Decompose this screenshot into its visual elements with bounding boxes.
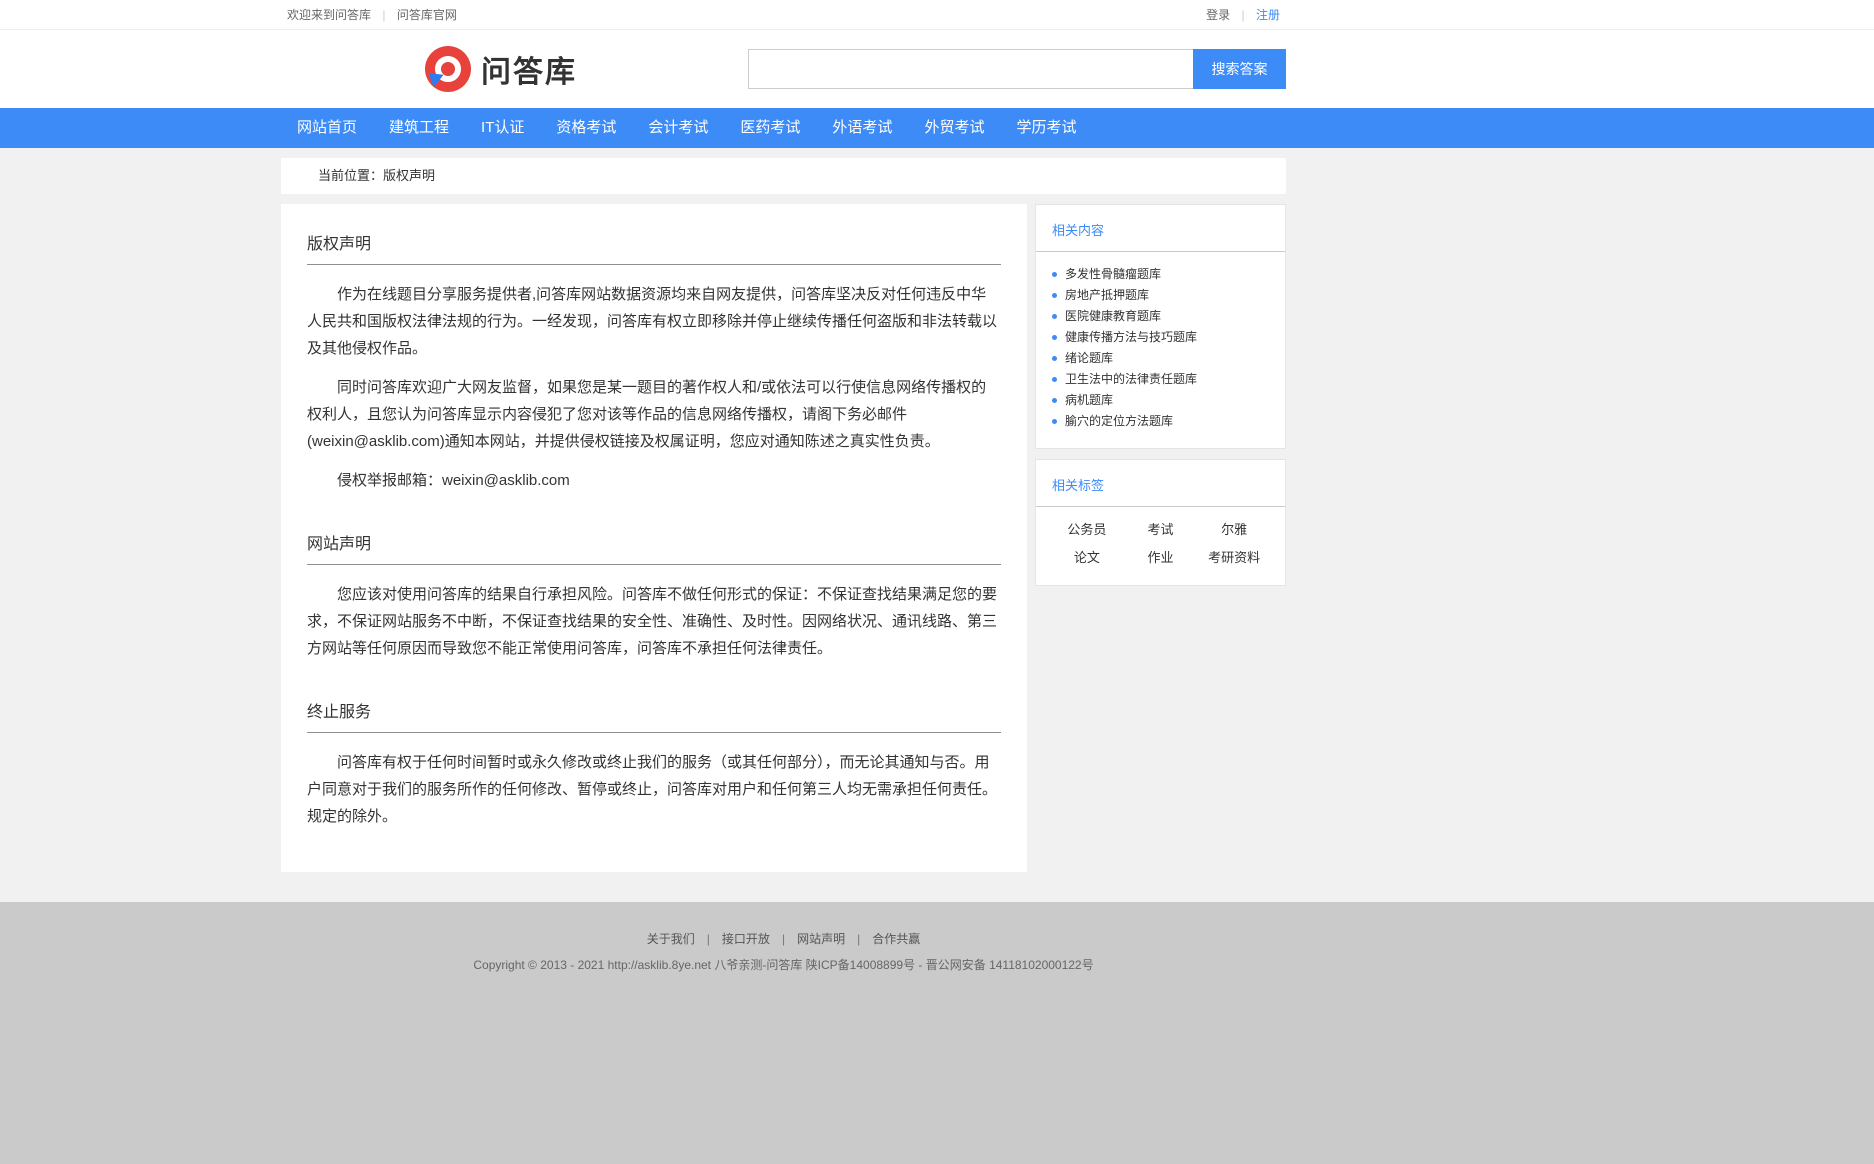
footer-links: 关于我们接口开放网站声明合作共赢	[281, 930, 1286, 947]
footer-link[interactable]: 接口开放	[722, 932, 797, 946]
nav-item[interactable]: 学历考试	[1000, 108, 1092, 148]
related-list-item: 健康传播方法与技巧题库	[1052, 327, 1273, 348]
nav-item[interactable]: 外语考试	[816, 108, 908, 148]
related-list: 多发性骨髓瘤题库 房地产抵押题库 医院健康教育题库 健康传播方法	[1036, 252, 1285, 448]
related-tags-card: 相关标签 公务员考试尔雅论文作业考研资料	[1035, 459, 1286, 586]
paragraph: 侵权举报邮箱：weixin@asklib.com	[307, 467, 1001, 494]
login-link[interactable]: 登录	[1206, 8, 1230, 22]
paragraph: 同时问答库欢迎广大网友监督，如果您是某一题目的著作权人和/或依法可以行使信息网络…	[307, 374, 1001, 455]
bullet-dot-icon	[1052, 398, 1057, 403]
nav-list: 网站首页建筑工程IT认证资格考试会计考试医药考试外语考试外贸考试学历考试	[281, 108, 1286, 148]
nav-item[interactable]: 医药考试	[724, 108, 816, 148]
related-list-item: 腧穴的定位方法题库	[1052, 411, 1273, 432]
logo[interactable]: 问答库	[425, 46, 577, 92]
bullet-dot-icon	[1052, 356, 1057, 361]
section-copyright: 版权声明 作为在线题目分享服务提供者,问答库网站数据资源均来自网友提供，问答库坚…	[307, 230, 1001, 494]
section-site-statement: 网站声明 您应该对使用问答库的结果自行承担风险。问答库不做任何形式的保证：不保证…	[307, 530, 1001, 662]
breadcrumb-current: 版权声明	[383, 168, 435, 183]
bullet-dot-icon	[1052, 272, 1057, 277]
tag-link[interactable]: 考试	[1124, 519, 1198, 541]
content-card: 版权声明 作为在线题目分享服务提供者,问答库网站数据资源均来自网友提供，问答库坚…	[281, 204, 1027, 872]
nav-item[interactable]: 会计考试	[632, 108, 724, 148]
search-bar: 搜索答案	[748, 49, 1286, 89]
section-termination: 终止服务 问答库有权于任何时间暂时或永久修改或终止我们的服务（或其任何部分），而…	[307, 698, 1001, 830]
bullet-dot-icon	[1052, 377, 1057, 382]
nav-item[interactable]: 资格考试	[540, 108, 632, 148]
related-link[interactable]: 医院健康教育题库	[1065, 306, 1161, 327]
footer: 关于我们接口开放网站声明合作共赢 Copyright © 2013 - 2021…	[0, 902, 1874, 1164]
tag-link[interactable]: 公务员	[1050, 519, 1124, 541]
paragraph: 作为在线题目分享服务提供者,问答库网站数据资源均来自网友提供，问答库坚决反对任何…	[307, 281, 1001, 362]
divider: |	[1242, 8, 1245, 22]
bullet-dot-icon	[1052, 335, 1057, 340]
tag-link[interactable]: 尔雅	[1197, 519, 1271, 541]
breadcrumb-label: 当前位置：	[318, 168, 383, 183]
section-paragraphs: 您应该对使用问答库的结果自行承担风险。问答库不做任何形式的保证：不保证查找结果满…	[307, 581, 1001, 662]
bullet-dot-icon	[1052, 314, 1057, 319]
nav-item[interactable]: 建筑工程	[373, 108, 465, 148]
related-link[interactable]: 卫生法中的法律责任题库	[1065, 369, 1197, 390]
copyright-text: Copyright © 2013 - 2021 http://asklib.8y…	[281, 956, 1286, 973]
nav-item[interactable]: 外贸考试	[908, 108, 1000, 148]
topbar-left: 欢迎来到问答库 | 问答库官网	[287, 6, 457, 23]
nav-item[interactable]: 网站首页	[281, 108, 373, 148]
related-content-card: 相关内容 多发性骨髓瘤题库 房地产抵押题库 医院健康教育题	[1035, 204, 1286, 449]
footer-link[interactable]: 合作共赢	[872, 932, 920, 946]
section-title: 网站声明	[307, 530, 1001, 565]
topbar: 欢迎来到问答库 | 问答库官网 登录 | 注册	[0, 0, 1874, 30]
logo-q-icon	[425, 46, 471, 92]
search-button[interactable]: 搜索答案	[1193, 49, 1286, 89]
search-input[interactable]	[748, 49, 1193, 89]
related-list-item: 病机题库	[1052, 390, 1273, 411]
footer-link[interactable]: 网站声明	[797, 932, 872, 946]
tag-link[interactable]: 论文	[1050, 547, 1124, 569]
tags-grid: 公务员考试尔雅论文作业考研资料	[1036, 507, 1285, 585]
sidebar: 相关内容 多发性骨髓瘤题库 房地产抵押题库 医院健康教育题	[1035, 204, 1286, 586]
section-title: 版权声明	[307, 230, 1001, 265]
section-paragraphs: 作为在线题目分享服务提供者,问答库网站数据资源均来自网友提供，问答库坚决反对任何…	[307, 281, 1001, 494]
main-area: 版权声明 作为在线题目分享服务提供者,问答库网站数据资源均来自网友提供，问答库坚…	[281, 204, 1286, 872]
footer-link[interactable]: 关于我们	[647, 932, 722, 946]
section-title: 终止服务	[307, 698, 1001, 733]
related-list-item: 绪论题库	[1052, 348, 1273, 369]
welcome-text: 欢迎来到问答库	[287, 8, 371, 22]
paragraph: 问答库有权于任何时间暂时或永久修改或终止我们的服务（或其任何部分），而无论其通知…	[307, 749, 1001, 830]
topbar-right: 登录 | 注册	[1206, 6, 1280, 23]
paragraph: 您应该对使用问答库的结果自行承担风险。问答库不做任何形式的保证：不保证查找结果满…	[307, 581, 1001, 662]
tag-link[interactable]: 考研资料	[1197, 547, 1271, 569]
section-paragraphs: 问答库有权于任何时间暂时或永久修改或终止我们的服务（或其任何部分），而无论其通知…	[307, 749, 1001, 830]
header: 问答库 搜索答案	[0, 30, 1874, 108]
divider: |	[382, 8, 385, 22]
related-list-item: 医院健康教育题库	[1052, 306, 1273, 327]
related-link[interactable]: 绪论题库	[1065, 348, 1113, 369]
bullet-dot-icon	[1052, 419, 1057, 424]
related-list-item: 多发性骨髓瘤题库	[1052, 264, 1273, 285]
related-link[interactable]: 腧穴的定位方法题库	[1065, 411, 1173, 432]
breadcrumb: 当前位置：版权声明	[281, 158, 1286, 194]
main-nav: 网站首页建筑工程IT认证资格考试会计考试医药考试外语考试外贸考试学历考试	[0, 108, 1874, 148]
related-list-item: 房地产抵押题库	[1052, 285, 1273, 306]
official-site-link[interactable]: 问答库官网	[397, 8, 457, 22]
bullet-dot-icon	[1052, 293, 1057, 298]
related-tags-title: 相关标签	[1036, 460, 1285, 507]
related-link[interactable]: 房地产抵押题库	[1065, 285, 1149, 306]
related-link[interactable]: 病机题库	[1065, 390, 1113, 411]
related-list-item: 卫生法中的法律责任题库	[1052, 369, 1273, 390]
register-link[interactable]: 注册	[1256, 8, 1280, 22]
nav-item[interactable]: IT认证	[465, 108, 540, 148]
tag-link[interactable]: 作业	[1124, 547, 1198, 569]
related-link[interactable]: 健康传播方法与技巧题库	[1065, 327, 1197, 348]
related-content-title: 相关内容	[1036, 205, 1285, 252]
logo-text: 问答库	[481, 47, 577, 91]
related-link[interactable]: 多发性骨髓瘤题库	[1065, 264, 1161, 285]
